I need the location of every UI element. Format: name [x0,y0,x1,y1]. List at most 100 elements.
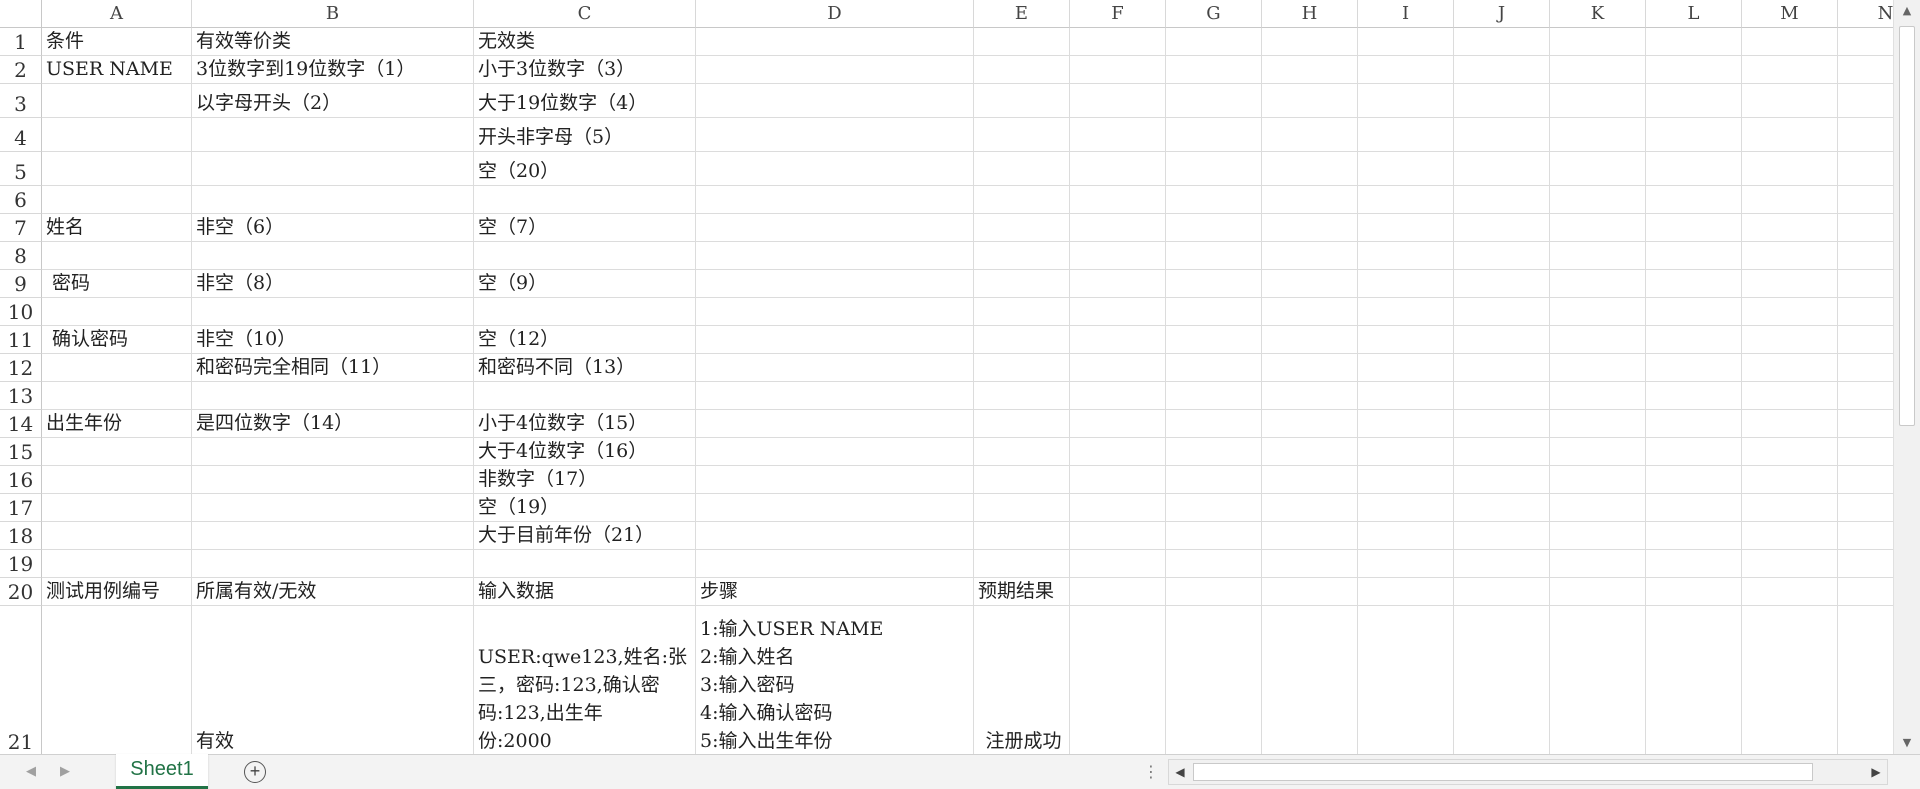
cell-e14[interactable] [974,410,1070,438]
cell-m11[interactable] [1742,326,1838,354]
column-header-h[interactable]: H [1262,0,1358,28]
row-header-5[interactable]: 5 [0,152,42,186]
cell-l15[interactable] [1646,438,1742,466]
row-header-15[interactable]: 15 [0,438,42,466]
cell-m12[interactable] [1742,354,1838,382]
cell-e6[interactable] [974,186,1070,214]
cell-j14[interactable] [1454,410,1550,438]
cell-h2[interactable] [1262,56,1358,84]
column-header-e[interactable]: E [974,0,1070,28]
row-header-3[interactable]: 3 [0,84,42,118]
cell-e15[interactable] [974,438,1070,466]
cell-m14[interactable] [1742,410,1838,438]
cell-g16[interactable] [1166,466,1262,494]
cell-e18[interactable] [974,522,1070,550]
cell-j18[interactable] [1454,522,1550,550]
cell-k10[interactable] [1550,298,1646,326]
cell-l20[interactable] [1646,578,1742,606]
cell-a18[interactable] [42,522,192,550]
cell-f10[interactable] [1070,298,1166,326]
row-header-6[interactable]: 6 [0,186,42,214]
cell-m17[interactable] [1742,494,1838,522]
cell-f3[interactable] [1070,84,1166,118]
cell-h1[interactable] [1262,28,1358,56]
cell-b19[interactable] [192,550,474,578]
cell-e13[interactable] [974,382,1070,410]
cell-f19[interactable] [1070,550,1166,578]
cell-a21[interactable] [42,606,192,754]
cell-g18[interactable] [1166,522,1262,550]
cell-j15[interactable] [1454,438,1550,466]
cell-h8[interactable] [1262,242,1358,270]
cell-f20[interactable] [1070,578,1166,606]
cell-a1[interactable]: 条件 [42,28,192,56]
cell-e11[interactable] [974,326,1070,354]
cell-c16[interactable]: 非数字（17） [474,466,696,494]
cell-b5[interactable] [192,152,474,186]
row-header-14[interactable]: 14 [0,410,42,438]
cell-l7[interactable] [1646,214,1742,242]
cell-b3[interactable]: 以字母开头（2） [192,84,474,118]
cell-l8[interactable] [1646,242,1742,270]
cell-j5[interactable] [1454,152,1550,186]
cell-a5[interactable] [42,152,192,186]
cell-j7[interactable] [1454,214,1550,242]
cell-h4[interactable] [1262,118,1358,152]
cell-k8[interactable] [1550,242,1646,270]
cell-m5[interactable] [1742,152,1838,186]
row-header-21[interactable]: 21 [0,606,42,754]
cell-e16[interactable] [974,466,1070,494]
cell-m1[interactable] [1742,28,1838,56]
cell-m7[interactable] [1742,214,1838,242]
scroll-down-arrow-icon[interactable]: ▼ [1894,732,1920,754]
column-header-c[interactable]: C [474,0,696,28]
cell-g8[interactable] [1166,242,1262,270]
cell-i10[interactable] [1358,298,1454,326]
cell-i19[interactable] [1358,550,1454,578]
cell-j4[interactable] [1454,118,1550,152]
row-header-17[interactable]: 17 [0,494,42,522]
cell-l10[interactable] [1646,298,1742,326]
cell-k9[interactable] [1550,270,1646,298]
cell-j19[interactable] [1454,550,1550,578]
cell-i21[interactable] [1358,606,1454,754]
cell-d6[interactable] [696,186,974,214]
cell-a12[interactable] [42,354,192,382]
cell-g9[interactable] [1166,270,1262,298]
cell-g20[interactable] [1166,578,1262,606]
cell-l14[interactable] [1646,410,1742,438]
row-header-10[interactable]: 10 [0,298,42,326]
cell-f8[interactable] [1070,242,1166,270]
cell-i8[interactable] [1358,242,1454,270]
cell-k4[interactable] [1550,118,1646,152]
cell-m2[interactable] [1742,56,1838,84]
cell-l1[interactable] [1646,28,1742,56]
row-header-18[interactable]: 18 [0,522,42,550]
cell-a6[interactable] [42,186,192,214]
cell-m15[interactable] [1742,438,1838,466]
vertical-scrollbar[interactable]: ▲ ▼ [1893,0,1920,754]
column-header-g[interactable]: G [1166,0,1262,28]
row-header-8[interactable]: 8 [0,242,42,270]
cell-h18[interactable] [1262,522,1358,550]
cell-b11[interactable]: 非空（10） [192,326,474,354]
cell-d2[interactable] [696,56,974,84]
cell-c14[interactable]: 小于4位数字（15） [474,410,696,438]
cell-c8[interactable] [474,242,696,270]
cell-i12[interactable] [1358,354,1454,382]
cell-l13[interactable] [1646,382,1742,410]
cell-c13[interactable] [474,382,696,410]
column-header-m[interactable]: M [1742,0,1838,28]
cell-k12[interactable] [1550,354,1646,382]
cell-k16[interactable] [1550,466,1646,494]
column-header-a[interactable]: A [42,0,192,28]
cell-d13[interactable] [696,382,974,410]
cell-h15[interactable] [1262,438,1358,466]
cell-d12[interactable] [696,354,974,382]
cell-j6[interactable] [1454,186,1550,214]
cell-a13[interactable] [42,382,192,410]
cell-a10[interactable] [42,298,192,326]
cell-i6[interactable] [1358,186,1454,214]
cell-c15[interactable]: 大于4位数字（16） [474,438,696,466]
cell-d10[interactable] [696,298,974,326]
